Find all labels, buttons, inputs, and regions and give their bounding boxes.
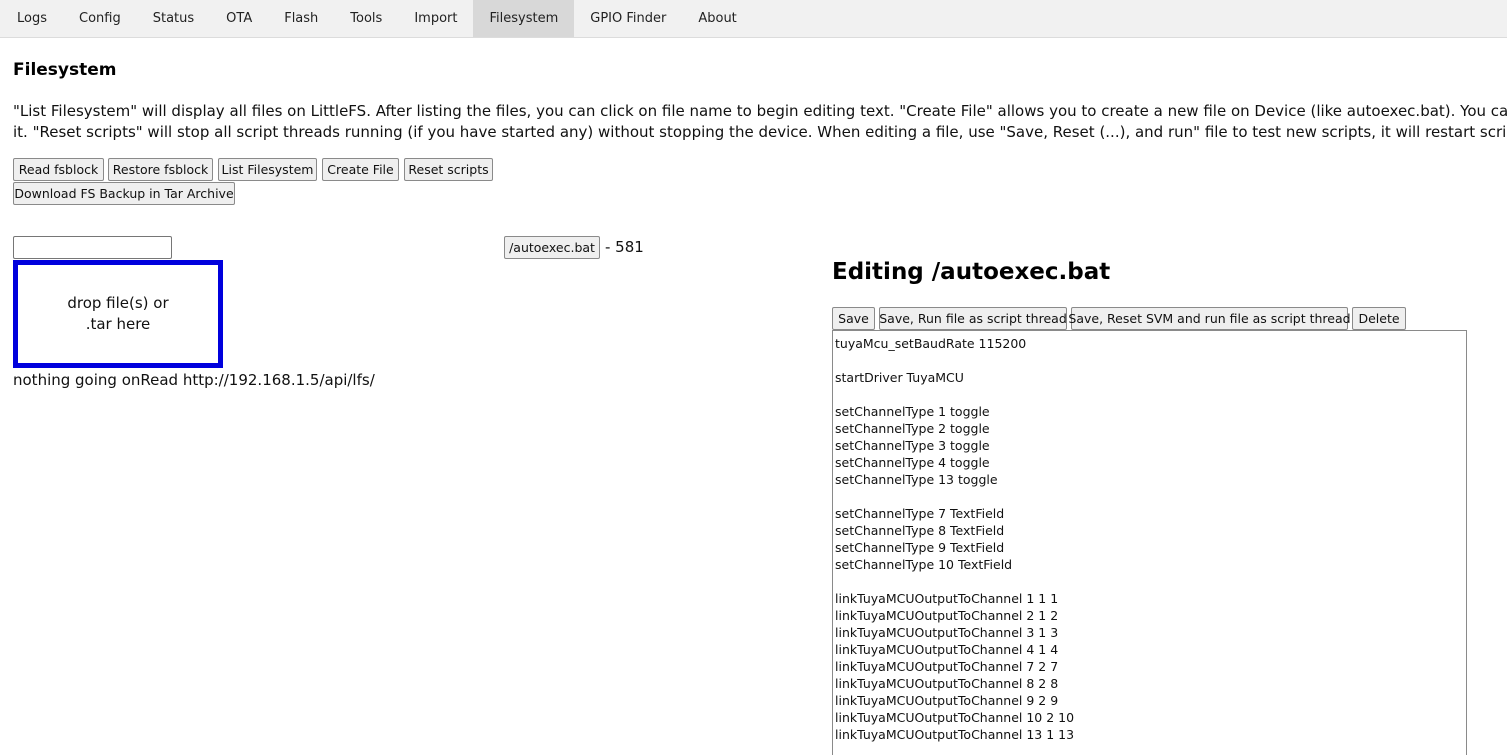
tab-import[interactable]: Import: [398, 0, 473, 37]
editor-line: linkTuyaMCUOutputToChannel 8 2 8: [835, 676, 1059, 691]
file-dropzone[interactable]: drop file(s) or .tar here: [13, 260, 223, 368]
editor-line: setChannelType 8 TextField: [835, 523, 1005, 538]
editor-line: startDriver TuyaMCU: [835, 370, 964, 385]
page-description: "List Filesystem" will display all files…: [13, 101, 1507, 143]
save-reset-run-button[interactable]: Save, Reset SVM and run file as script t…: [1068, 307, 1351, 330]
tab-about[interactable]: About: [682, 0, 752, 37]
delete-button[interactable]: Delete: [1352, 307, 1406, 330]
tab-tools[interactable]: Tools: [334, 0, 398, 37]
reset-scripts-button[interactable]: Reset scripts: [404, 158, 493, 181]
editor-line: linkTuyaMCUOutputToChannel 13 1 13: [835, 727, 1075, 742]
list-filesystem-button[interactable]: List Filesystem: [218, 158, 317, 181]
file-name-input[interactable]: [13, 236, 172, 259]
editor-line: setChannelType 7 TextField: [835, 506, 1005, 521]
editor-line: setChannelType 13 toggle: [835, 472, 998, 487]
dropzone-text: drop file(s) or: [67, 294, 169, 312]
tab-filesystem[interactable]: Filesystem: [473, 0, 575, 37]
restore-fsblock-button[interactable]: Restore fsblock: [108, 158, 213, 181]
editor-line: linkTuyaMCUOutputToChannel 1 1 1: [835, 591, 1059, 606]
editor-title: Editing /autoexec.bat: [832, 259, 1111, 285]
save-run-button[interactable]: Save, Run file as script thread: [879, 307, 1067, 330]
dropzone-text: .tar here: [85, 315, 151, 333]
tab-gpio-finder[interactable]: GPIO Finder: [574, 0, 682, 37]
editor-line: setChannelType 1 toggle: [835, 404, 990, 419]
editor-line: linkTuyaMCUOutputToChannel 9 2 9: [835, 693, 1059, 708]
download-backup-button[interactable]: Download FS Backup in Tar Archive: [13, 182, 235, 205]
save-button[interactable]: Save: [832, 307, 875, 330]
editor-line: setChannelType 9 TextField: [835, 540, 1005, 555]
tab-logs[interactable]: Logs: [1, 0, 63, 37]
file-size: - 581: [605, 238, 644, 256]
description-line: it. "Reset scripts" will stop all script…: [13, 123, 1507, 141]
editor-line: linkTuyaMCUOutputToChannel 10 2 10: [835, 710, 1075, 725]
editor-line: setChannelType 4 toggle: [835, 455, 990, 470]
editor-line: linkTuyaMCUOutputToChannel 3 1 3: [835, 625, 1059, 640]
editor-line: linkTuyaMCUOutputToChannel 7 2 7: [835, 659, 1059, 674]
editor-line: linkTuyaMCUOutputToChannel 4 1 4: [835, 642, 1059, 657]
tab-ota[interactable]: OTA: [210, 0, 268, 37]
tab-status[interactable]: Status: [137, 0, 210, 37]
description-line: "List Filesystem" will display all files…: [13, 102, 1507, 120]
script-editor[interactable]: tuyaMcu_setBaudRate 115200 startDriver Tu…: [832, 330, 1467, 755]
editor-line: setChannelType 2 toggle: [835, 421, 990, 436]
read-fsblock-button[interactable]: Read fsblock: [13, 158, 104, 181]
editor-line: setChannelType 10 TextField: [835, 557, 1013, 572]
tab-config[interactable]: Config: [63, 0, 137, 37]
page-title: Filesystem: [13, 60, 117, 80]
create-file-button[interactable]: Create File: [322, 158, 399, 181]
editor-line: setChannelType 3 toggle: [835, 438, 990, 453]
file-link-autoexec[interactable]: /autoexec.bat: [504, 236, 600, 259]
editor-line: tuyaMcu_setBaudRate 115200: [835, 336, 1027, 351]
tab-flash[interactable]: Flash: [268, 0, 334, 37]
editor-line: linkTuyaMCUOutputToChannel 2 1 2: [835, 608, 1059, 623]
status-text: nothing going onRead http://192.168.1.5/…: [13, 371, 375, 389]
tab-bar: Logs Config Status OTA Flash Tools Impor…: [0, 0, 1507, 38]
